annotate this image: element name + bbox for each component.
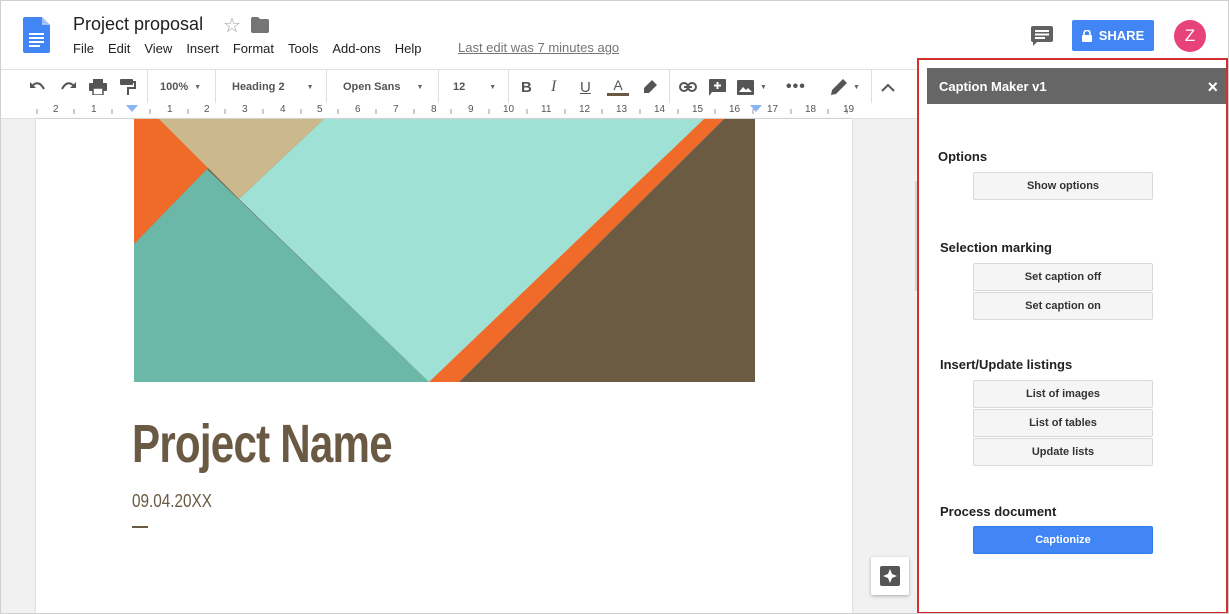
font-size-select[interactable]: 12 ▼ [453,70,496,104]
paint-format-icon[interactable] [120,70,136,104]
project-name-heading[interactable]: Project Name [132,413,393,475]
ruler-number: 8 [431,104,437,115]
section-title-process: Process document [940,504,1057,519]
ruler-number: 1 [167,104,173,115]
explore-button[interactable] [871,557,909,595]
docs-logo-icon[interactable] [23,17,50,53]
ruler-number: 2 [204,104,210,115]
ruler-number: 14 [654,104,666,115]
decorative-dash [132,526,148,528]
zoom-select[interactable]: 100% ▼ [160,70,201,104]
folder-icon[interactable] [251,17,269,33]
ruler-number: 10 [503,104,515,115]
star-icon[interactable]: ☆ [223,13,241,38]
caption-maker-sidebar: Caption Maker v1 × Options Show options … [917,58,1228,613]
set-caption-off-button[interactable]: Set caption off [973,263,1153,291]
print-icon[interactable] [89,70,107,104]
ruler-number: 7 [393,104,399,115]
menu-view[interactable]: View [144,41,172,56]
menu-addons[interactable]: Add-ons [332,41,380,56]
menu-file[interactable]: File [73,41,94,56]
ruler-number: 15 [692,104,704,115]
section-title-options: Options [938,149,988,164]
undo-icon[interactable] [29,70,47,104]
editing-mode-icon[interactable]: ▼ [831,70,860,104]
section-title-listings: Insert/Update listings [940,357,1073,372]
bold-icon[interactable]: B [521,70,532,104]
document-page[interactable]: Project Name 09.04.20XX [36,119,852,613]
sidebar-title: Caption Maker v1 [939,78,1047,94]
ruler-ticks [36,105,848,114]
text-color-icon[interactable]: A [607,70,629,104]
lock-icon [1081,29,1092,42]
ruler[interactable]: 2 1 1 2 3 4 5 6 7 8 9 10 11 12 13 14 15 … [1,103,917,119]
style-value: Heading 2 [232,81,285,93]
menu-help[interactable]: Help [395,41,422,56]
menu-insert[interactable]: Insert [186,41,219,56]
chevron-down-icon: ▼ [853,83,860,91]
ruler-number: 6 [355,104,361,115]
ruler-number: 19 [843,104,855,115]
ruler-number: 1 [91,104,97,115]
captionize-button[interactable]: Captionize [973,526,1153,554]
comment-icon[interactable] [1031,26,1053,46]
toolbar: 100% ▼ Heading 2 ▼ Open Sans ▼ 12 ▼ B I U A [1,69,921,104]
update-lists-button[interactable]: Update lists [973,438,1153,466]
menu-bar: File Edit View Insert Format Tools Add-o… [73,41,436,56]
ruler-number: 12 [579,104,591,115]
menu-tools[interactable]: Tools [288,41,318,56]
avatar[interactable]: Z [1174,20,1206,52]
share-button[interactable]: SHARE [1072,20,1154,51]
ruler-number: 3 [242,104,248,115]
close-icon[interactable]: × [1207,77,1218,98]
more-icon[interactable]: ••• [786,70,806,104]
ruler-number: 9 [468,104,474,115]
underline-icon[interactable]: U [580,70,591,104]
list-of-tables-button[interactable]: List of tables [973,409,1153,437]
style-select[interactable]: Heading 2 ▼ [232,70,314,104]
font-select[interactable]: Open Sans ▼ [343,70,423,104]
redo-icon[interactable] [59,70,77,104]
app-window: Project proposal ☆ File Edit View Insert… [0,0,1229,614]
italic-icon[interactable]: I [551,70,556,104]
explore-icon [880,566,900,586]
chevron-down-icon: ▼ [760,83,767,91]
ruler-number: 18 [805,104,817,115]
ruler-number: 11 [541,104,552,115]
hero-image[interactable] [134,119,755,382]
set-caption-on-button[interactable]: Set caption on [973,292,1153,320]
menu-format[interactable]: Format [233,41,274,56]
ruler-number: 16 [729,104,741,115]
ruler-number: 17 [767,104,779,115]
zoom-value: 100% [160,81,189,93]
ruler-number: 4 [280,104,286,115]
collapse-toolbar-icon[interactable] [881,70,895,104]
list-of-images-button[interactable]: List of images [973,380,1153,408]
insert-image-icon[interactable]: ▼ [737,70,767,104]
chevron-down-icon: ▼ [306,83,314,91]
insert-comment-icon[interactable] [709,70,726,104]
chevron-down-icon: ▼ [416,83,424,91]
project-date[interactable]: 09.04.20XX [132,491,212,512]
show-options-button[interactable]: Show options [973,172,1153,200]
document-title[interactable]: Project proposal [73,14,203,35]
share-label: SHARE [1098,28,1145,43]
last-edit-link[interactable]: Last edit was 7 minutes ago [458,40,619,55]
ruler-number: 13 [616,104,628,115]
chevron-down-icon: ▼ [194,83,202,91]
sidebar-header: Caption Maker v1 × [927,68,1226,104]
menu-edit[interactable]: Edit [108,41,130,56]
document-canvas: Project Name 09.04.20XX [1,119,917,613]
font-value: Open Sans [343,81,401,93]
highlight-icon[interactable] [642,70,658,104]
section-title-selection: Selection marking [940,240,1052,255]
chevron-down-icon: ▼ [489,83,497,91]
left-indent-marker[interactable] [126,105,138,112]
ruler-number: 5 [317,104,323,115]
ruler-number: 2 [53,104,59,115]
font-size-value: 12 [453,81,466,93]
right-indent-marker[interactable] [750,105,762,112]
link-icon[interactable] [679,70,697,104]
